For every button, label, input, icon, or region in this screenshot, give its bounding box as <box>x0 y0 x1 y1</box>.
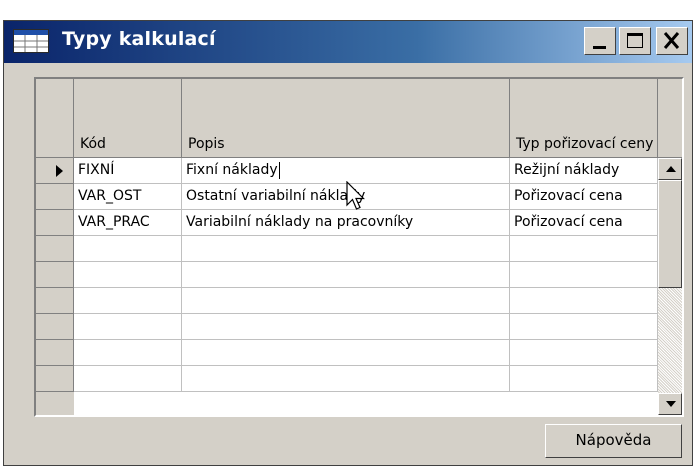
title-bar[interactable]: Typy kalkulací <box>4 21 692 63</box>
row-selector[interactable] <box>36 262 74 288</box>
empty-table-row[interactable] <box>36 262 658 288</box>
cell-kod[interactable] <box>74 262 182 288</box>
row-selector[interactable] <box>36 366 74 392</box>
cell-typ[interactable] <box>510 340 658 366</box>
empty-table-row[interactable] <box>36 314 658 340</box>
column-header-popis[interactable]: Popis <box>182 79 510 158</box>
scroll-header <box>658 79 682 158</box>
row-selector[interactable] <box>36 288 74 314</box>
empty-table-row[interactable] <box>36 236 658 262</box>
empty-table-row[interactable] <box>36 288 658 314</box>
minimize-icon <box>593 46 606 49</box>
window: Typy kalkulací Kód Popis Typ pořizovací … <box>3 20 693 466</box>
window-title: Typy kalkulací <box>62 28 216 50</box>
arrow-up-icon <box>666 166 676 172</box>
cell-kod[interactable]: VAR_OST <box>74 184 182 210</box>
cell-typ[interactable]: Režijní náklady <box>510 158 658 184</box>
row-selector[interactable] <box>36 158 74 184</box>
row-selector[interactable] <box>36 184 74 210</box>
close-button[interactable] <box>656 27 688 55</box>
cell-typ[interactable]: Pořizovací cena <box>510 210 658 236</box>
cell-typ[interactable] <box>510 288 658 314</box>
column-header-typ[interactable]: Typ pořizovací ceny <box>510 79 658 158</box>
cell-typ[interactable] <box>510 236 658 262</box>
cell-typ[interactable] <box>510 262 658 288</box>
cell-kod[interactable] <box>74 366 182 392</box>
maximize-button[interactable] <box>619 27 651 55</box>
cell-kod[interactable]: FIXNÍ <box>74 158 182 184</box>
cell-typ[interactable] <box>510 366 658 392</box>
cell-kod[interactable] <box>74 314 182 340</box>
scroll-thumb[interactable] <box>658 180 682 288</box>
minimize-button[interactable] <box>584 27 616 55</box>
current-row-arrow-icon <box>56 165 63 177</box>
calculation-types-grid: Kód Popis Typ pořizovací ceny FIXNÍ Fixn… <box>34 77 684 417</box>
row-selector[interactable] <box>36 210 74 236</box>
empty-table-row[interactable] <box>36 366 658 392</box>
empty-table-row[interactable] <box>36 340 658 366</box>
cell-popis[interactable]: Variabilní náklady na pracovníky <box>182 210 510 236</box>
selector-header <box>36 79 74 158</box>
cell-kod[interactable]: VAR_PRAC <box>74 210 182 236</box>
cell-popis[interactable] <box>182 236 510 262</box>
cell-popis[interactable] <box>182 366 510 392</box>
column-header-kod[interactable]: Kód <box>74 79 182 158</box>
maximize-icon <box>627 33 643 48</box>
background-strip <box>0 0 694 20</box>
cell-kod[interactable] <box>74 340 182 366</box>
row-selector[interactable] <box>36 236 74 262</box>
cell-popis[interactable] <box>182 262 510 288</box>
row-selector[interactable] <box>36 314 74 340</box>
help-button[interactable]: Nápověda <box>545 424 682 458</box>
vertical-scrollbar[interactable] <box>658 158 682 415</box>
cell-typ[interactable]: Pořizovací cena <box>510 184 658 210</box>
cell-popis[interactable] <box>182 314 510 340</box>
table-icon <box>13 29 49 53</box>
close-icon <box>663 32 680 49</box>
cell-popis[interactable] <box>182 288 510 314</box>
cell-popis[interactable] <box>182 340 510 366</box>
row-selector[interactable] <box>36 340 74 366</box>
arrow-down-icon <box>666 401 676 407</box>
scroll-down-button[interactable] <box>658 393 682 415</box>
cell-kod[interactable] <box>74 236 182 262</box>
text-caret <box>278 161 280 179</box>
mouse-cursor-icon <box>346 181 365 210</box>
scroll-up-button[interactable] <box>658 158 682 180</box>
cell-kod[interactable] <box>74 288 182 314</box>
cell-typ[interactable] <box>510 314 658 340</box>
table-row[interactable]: VAR_PRAC Variabilní náklady na pracovník… <box>36 210 658 236</box>
